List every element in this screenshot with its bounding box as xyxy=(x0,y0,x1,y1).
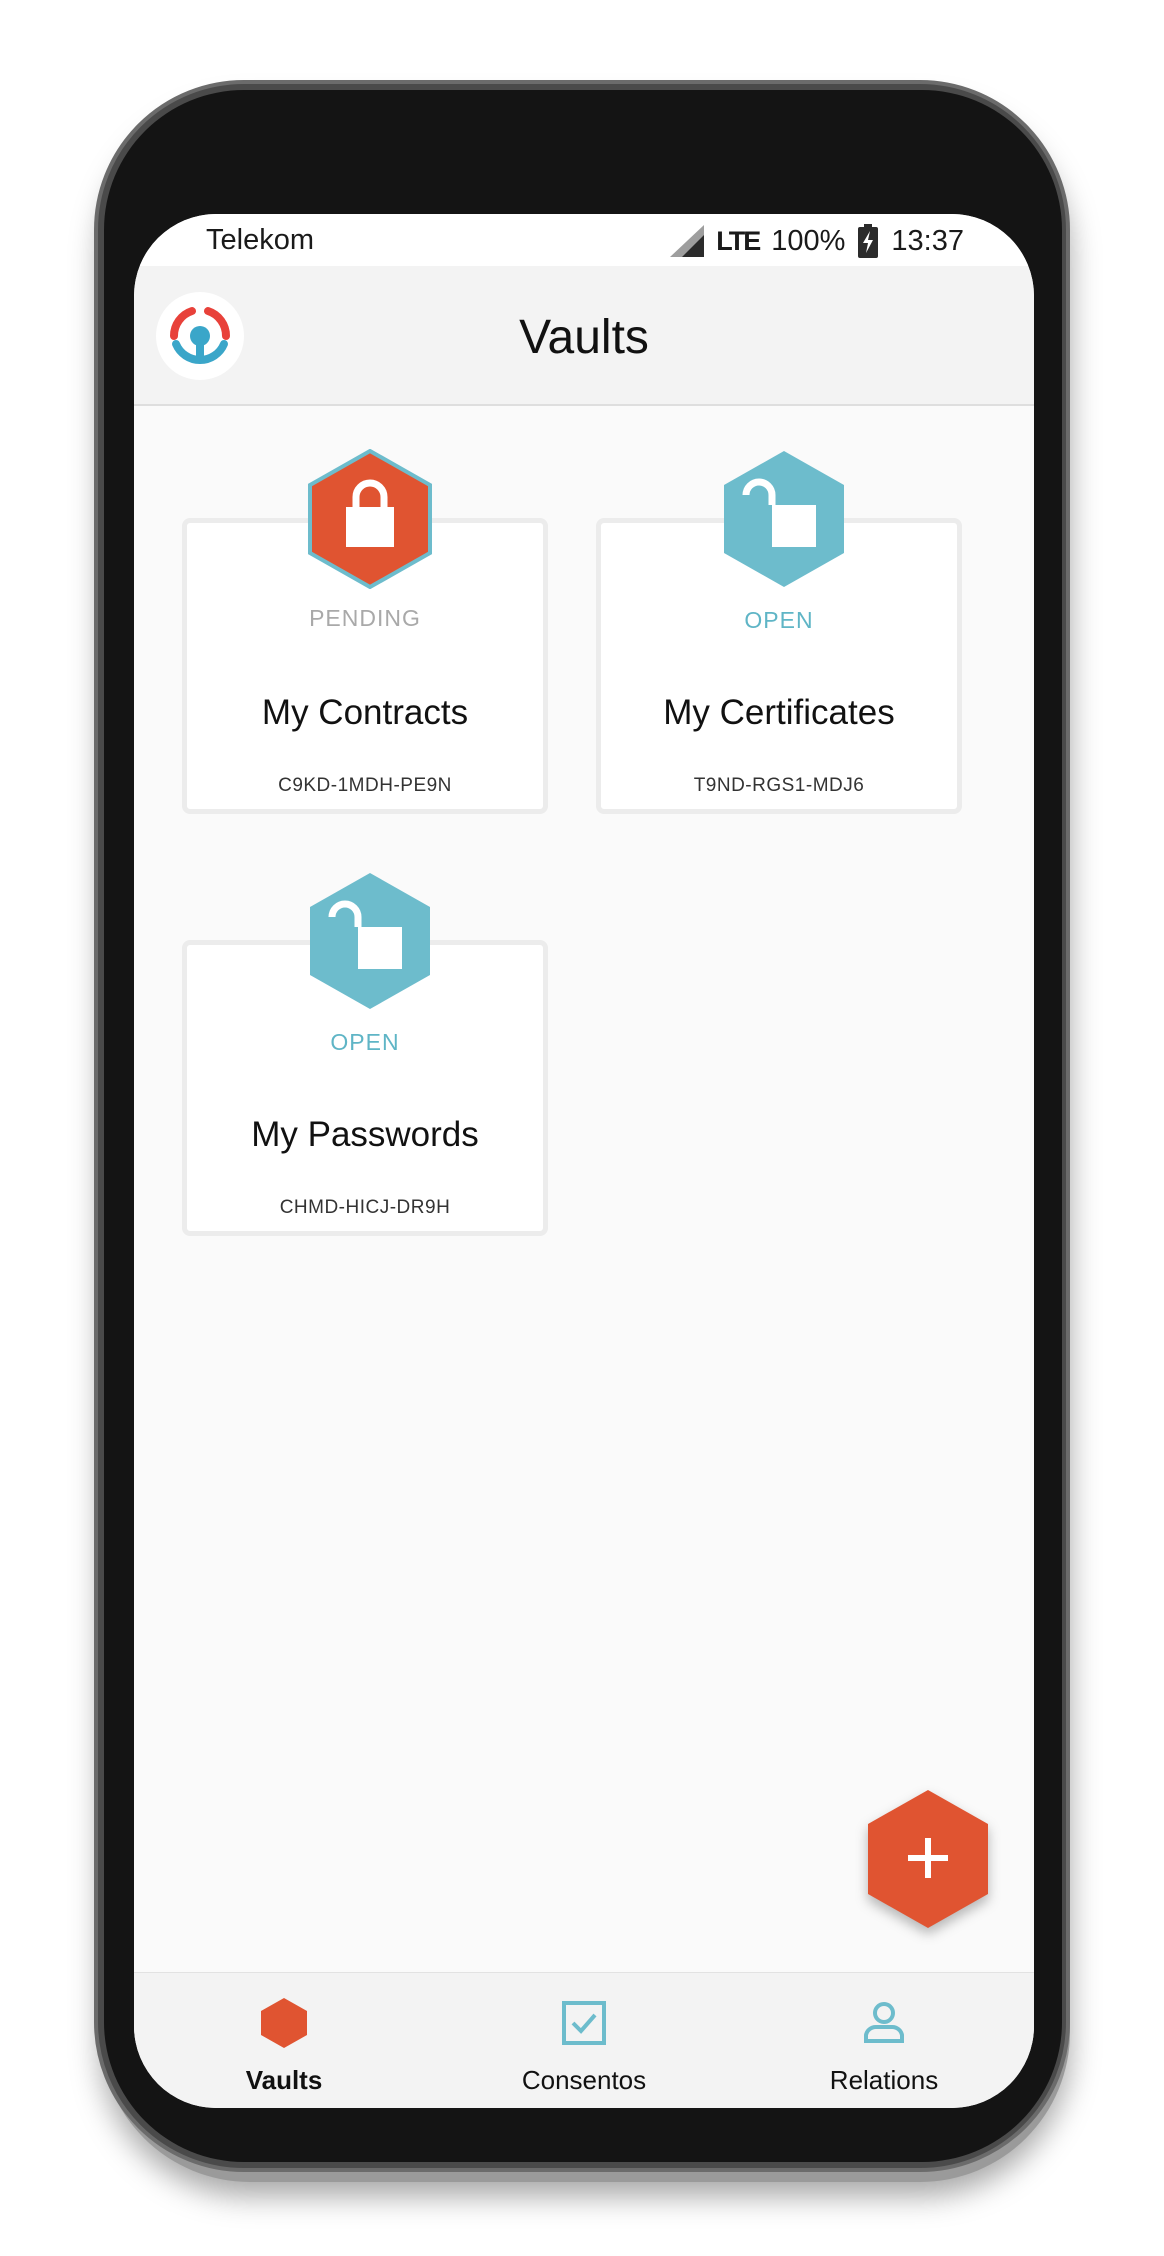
add-vault-button[interactable] xyxy=(864,1788,992,1930)
vault-card-passwords[interactable]: OPEN My Passwords CHMD-HICJ-DR9H xyxy=(182,873,548,1236)
battery-percent: 100% xyxy=(771,224,846,257)
nav-label: Vaults xyxy=(245,2065,323,2095)
carrier-name: Telekom xyxy=(206,224,314,256)
vault-status: OPEN xyxy=(330,1029,400,1055)
vault-name: My Certificates xyxy=(663,693,895,732)
status-bar: Telekom LTE 100% 13:37 xyxy=(134,214,1034,266)
lock-closed-icon xyxy=(308,449,432,589)
status-indicators: LTE 100% 13:37 xyxy=(670,224,964,258)
page-title: Vaults xyxy=(519,311,649,364)
vault-status: OPEN xyxy=(744,607,814,633)
vault-card-certificates[interactable]: OPEN My Certificates T9ND-RGS1-MDJ6 xyxy=(596,451,962,814)
battery-charging-icon xyxy=(858,224,879,258)
checkbox-icon xyxy=(562,2001,606,2045)
hexagon-icon xyxy=(261,1998,307,2048)
lock-open-icon xyxy=(310,873,430,1009)
nav-label: Consentos xyxy=(521,2065,647,2095)
person-icon xyxy=(864,2002,904,2043)
nav-item-relations[interactable]: Relations xyxy=(734,1973,1034,2108)
nav-item-vaults[interactable]: Vaults xyxy=(134,1973,434,2108)
app-bar: Vaults xyxy=(134,266,1034,406)
lock-open-icon xyxy=(724,451,844,587)
vault-code: T9ND-RGS1-MDJ6 xyxy=(693,775,865,796)
vault-code: CHMD-HICJ-DR9H xyxy=(279,1197,451,1218)
bottom-navigation: Vaults Consentos Relations xyxy=(134,1972,1034,2108)
app-screen: Telekom LTE 100% 13:37 Vaults PENDING My… xyxy=(134,214,1034,2108)
clock: 13:37 xyxy=(891,224,964,257)
nav-label: Relations xyxy=(829,2065,939,2095)
vault-name: My Contracts xyxy=(261,693,469,732)
vault-name: My Passwords xyxy=(251,1115,479,1154)
signal-icon xyxy=(670,225,705,257)
network-type: LTE xyxy=(716,225,761,256)
vault-code: C9KD-1MDH-PE9N xyxy=(278,775,452,796)
vault-card-contracts[interactable]: PENDING My Contracts C9KD-1MDH-PE9N xyxy=(182,449,548,814)
vault-status: PENDING xyxy=(309,605,421,631)
nav-item-consentos[interactable]: Consentos xyxy=(434,1973,734,2108)
